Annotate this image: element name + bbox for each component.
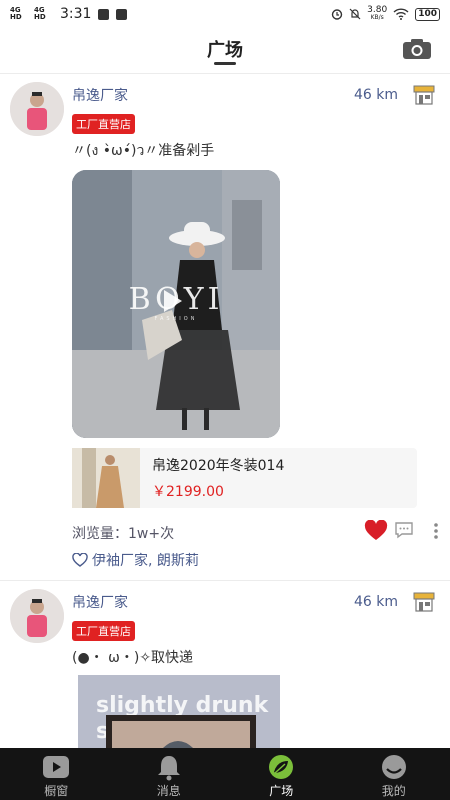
tab-messages[interactable]: 消息 (113, 748, 226, 800)
battery-indicator: 100 (415, 7, 440, 21)
post-header: 帛逸厂家 工厂直营店 46 km (10, 589, 440, 645)
shop-icon[interactable] (412, 591, 436, 613)
product-price: ￥2199.00 (152, 484, 224, 500)
post-image[interactable]: slightly drunk s k (78, 675, 280, 748)
product-card[interactable]: 帛逸2020年冬装014 ￥2199.00 (72, 448, 417, 508)
view-count: 浏览量：1w+次 (72, 526, 175, 542)
tab-showcase[interactable]: 橱窗 (0, 748, 113, 800)
likers-list[interactable]: 伊袖厂家, 朗斯莉 (72, 550, 440, 570)
username[interactable]: 帛逸厂家 (72, 85, 128, 105)
tab-label: 我的 (381, 784, 406, 798)
username[interactable]: 帛逸厂家 (72, 592, 128, 612)
distance-label: 46 km (353, 87, 398, 103)
mute-icon (349, 8, 361, 20)
network-speed: 3.80 KB/s (367, 5, 388, 22)
post-caption: (●・ ω・)✧取快递 (72, 650, 194, 666)
likers-names: 伊袖厂家, 朗斯莉 (92, 553, 199, 569)
notification-icon (98, 8, 110, 20)
feed[interactable]: 帛逸厂家 工厂直营店 46 km 〃(ง •̀ω•́)ว〃准备剁手 BOYI F… (0, 74, 450, 748)
more-options-icon[interactable] (432, 521, 440, 541)
app-header: 广场 (0, 28, 450, 74)
avatar[interactable] (10, 589, 64, 643)
camera-icon[interactable] (402, 38, 432, 60)
bottom-tab-bar: 橱窗 消息 广场 我的 (0, 748, 450, 800)
alarm-icon (331, 9, 343, 20)
clock: 3:31 (60, 6, 92, 22)
comment-icon[interactable] (394, 521, 414, 539)
store-badge: 工厂直营店 (72, 621, 135, 641)
network-indicator-2: 4G HD (34, 6, 46, 21)
product-name: 帛逸2020年冬装014 (152, 458, 285, 474)
profile-icon (381, 755, 406, 779)
title-underline (214, 62, 236, 65)
video-brand-subtext: FASHION (154, 316, 198, 322)
tab-label: 广场 (269, 784, 294, 798)
heart-outline-icon (72, 553, 88, 567)
like-heart-icon[interactable] (364, 520, 388, 542)
square-leaf-icon (269, 755, 294, 779)
shop-icon[interactable] (412, 84, 436, 106)
network-indicator-1: 4G HD (10, 6, 22, 21)
tab-profile[interactable]: 我的 (338, 748, 450, 800)
tab-label: 消息 (156, 784, 181, 798)
post-card: 帛逸厂家 工厂直营店 46 km (●・ ω・)✧取快递 slightly dr… (0, 581, 450, 748)
image-thumbnail (106, 715, 256, 748)
post-header: 帛逸厂家 工厂直营店 46 km (10, 82, 440, 138)
play-icon (43, 756, 70, 778)
store-badge: 工厂直营店 (72, 114, 135, 134)
post-video[interactable]: BOYI FASHION (72, 170, 280, 438)
wifi-icon (393, 8, 409, 20)
tab-label: 橱窗 (44, 784, 69, 798)
page-title: 广场 (207, 40, 243, 61)
app-notification-icon (116, 8, 128, 20)
tab-square[interactable]: 广场 (225, 748, 338, 800)
product-thumbnail (72, 448, 140, 508)
post-caption: 〃(ง •̀ω•́)ว〃准备剁手 (72, 143, 215, 159)
play-icon[interactable] (164, 290, 182, 312)
status-bar: 4G HD 4G HD 3:31 3.80 KB/s 100 (0, 0, 450, 28)
distance-label: 46 km (353, 594, 398, 610)
post-stats: 浏览量：1w+次 (72, 518, 440, 546)
avatar[interactable] (10, 82, 64, 136)
post-card: 帛逸厂家 工厂直营店 46 km 〃(ง •̀ω•́)ว〃准备剁手 BOYI F… (0, 74, 450, 581)
bell-icon (157, 756, 180, 781)
